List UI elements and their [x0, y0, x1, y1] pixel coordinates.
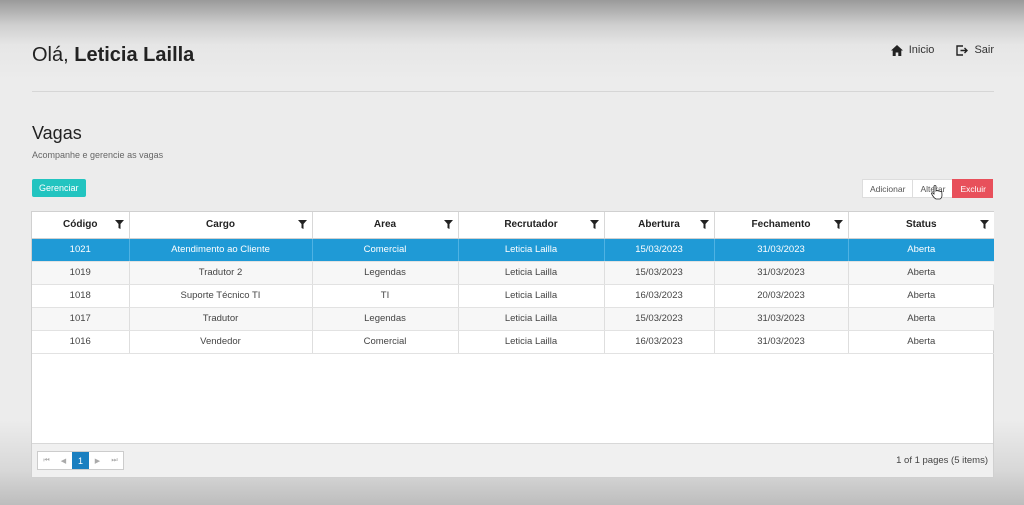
table-cell: Leticia Lailla — [458, 284, 605, 308]
table-row[interactable]: 1021 Atendimento ao Cliente Comercial Letic… — [32, 238, 994, 262]
top-nav: Inicio Sair — [890, 44, 994, 56]
column-header[interactable]: Abertura — [604, 212, 715, 239]
grid-toolbar: Adicionar Alterar Excluir — [862, 179, 993, 198]
filter-icon[interactable] — [297, 220, 307, 229]
table-cell: 1019 — [32, 261, 130, 285]
home-icon — [890, 44, 903, 56]
table-cell: 1017 — [32, 307, 130, 331]
table-cell: Aberta — [848, 284, 994, 308]
nav-logout-label: Sair — [974, 44, 994, 56]
table-row[interactable]: 1018 Suporte Técnico TI TI Leticia Lailla 16… — [32, 284, 994, 308]
table-row[interactable]: 1019 Tradutor 2 Legendas Leticia Lailla 15/0… — [32, 261, 994, 285]
greeting: Olá, Leticia Lailla — [32, 44, 194, 67]
nav-home-label: Inicio — [908, 44, 935, 56]
next-page-icon[interactable]: ▶ — [89, 452, 106, 469]
table-cell: Aberta — [848, 261, 994, 285]
pager-buttons: ⏮ ◀ 1 ▶ ⏭ — [37, 451, 124, 470]
table-cell: Tradutor 2 — [129, 261, 313, 285]
column-header[interactable]: Recrutador — [458, 212, 605, 239]
table-row[interactable]: 1017 Tradutor Legendas Leticia Lailla 15/03/… — [32, 307, 994, 331]
table-cell: 16/03/2023 — [604, 330, 715, 354]
table-cell: 20/03/2023 — [714, 284, 849, 308]
jobs-grid: Código Cargo Area Recrutador Abertura Fechame… — [31, 211, 994, 478]
page-subtitle: Acompanhe e gerencie as vagas — [32, 150, 164, 160]
user-name: Leticia Lailla — [74, 44, 195, 66]
column-header-label: Fechamento — [751, 219, 811, 231]
table-cell: 1021 — [32, 238, 130, 262]
filter-icon[interactable] — [699, 220, 709, 229]
greeting-prefix: Olá, — [32, 44, 69, 66]
table-cell: 31/03/2023 — [714, 307, 849, 331]
prev-page-icon[interactable]: ◀ — [55, 452, 72, 469]
column-header-label: Cargo — [206, 219, 235, 231]
table-cell: Aberta — [848, 307, 994, 331]
last-page-icon[interactable]: ⏭ — [106, 452, 123, 469]
table-cell: 15/03/2023 — [604, 261, 715, 285]
nav-home-link[interactable]: Inicio — [890, 44, 935, 56]
table-cell: 1018 — [32, 284, 130, 308]
first-page-icon[interactable]: ⏮ — [38, 452, 55, 469]
table-cell: Aberta — [848, 330, 994, 354]
column-header-label: Status — [905, 219, 937, 231]
table-cell: Legendas — [312, 307, 459, 331]
current-page-button[interactable]: 1 — [72, 452, 89, 469]
table-cell: Leticia Lailla — [458, 330, 605, 354]
table-cell: Legendas — [312, 261, 459, 285]
table-cell: 31/03/2023 — [714, 330, 849, 354]
column-header-label: Código — [63, 219, 98, 231]
table-cell: 1016 — [32, 330, 130, 354]
table-body: 1021 Atendimento ao Cliente Comercial Letic… — [32, 238, 994, 354]
table-cell: 31/03/2023 — [714, 261, 849, 285]
table-cell: Vendedor — [129, 330, 313, 354]
logout-icon — [956, 44, 969, 56]
column-header[interactable]: Status — [848, 212, 994, 239]
table-cell: Aberta — [848, 238, 994, 262]
table-cell: 16/03/2023 — [604, 284, 715, 308]
table-cell: Comercial — [312, 238, 459, 262]
table-cell: Leticia Lailla — [458, 238, 605, 262]
delete-button[interactable]: Excluir — [952, 179, 993, 198]
table-row[interactable]: 1016 Vendedor Comercial Leticia Lailla 16/03… — [32, 330, 994, 354]
table-cell: Tradutor — [129, 307, 313, 331]
table-cell: Leticia Lailla — [458, 261, 605, 285]
table-cell: 31/03/2023 — [714, 238, 849, 262]
filter-icon[interactable] — [589, 220, 599, 229]
nav-logout-link[interactable]: Sair — [956, 44, 994, 56]
filter-icon[interactable] — [114, 220, 124, 229]
filter-icon[interactable] — [980, 220, 989, 229]
table-header-row: Código Cargo Area Recrutador Abertura Fechame… — [32, 212, 994, 239]
manage-button[interactable]: Gerenciar — [32, 179, 86, 197]
header: Olá, Leticia Lailla Inicio Sair — [32, 40, 994, 92]
jobs-table: Código Cargo Area Recrutador Abertura Fechame… — [32, 212, 994, 354]
column-header[interactable]: Cargo — [129, 212, 313, 239]
column-header-label: Area — [373, 219, 397, 231]
filter-icon[interactable] — [443, 220, 453, 229]
filter-icon[interactable] — [833, 220, 843, 229]
table-cell: Suporte Técnico TI — [129, 284, 313, 308]
column-header-label: Recrutador — [504, 219, 558, 231]
pager: ⏮ ◀ 1 ▶ ⏭ 1 of 1 pages (5 items) — [32, 443, 993, 477]
column-header[interactable]: Area — [312, 212, 459, 239]
pager-info: 1 of 1 pages (5 items) — [896, 455, 988, 466]
column-header[interactable]: Fechamento — [714, 212, 849, 239]
table-cell: 15/03/2023 — [604, 307, 715, 331]
page-title: Vagas — [32, 123, 82, 143]
table-cell: Comercial — [312, 330, 459, 354]
table-cell: TI — [312, 284, 459, 308]
table-cell: Atendimento ao Cliente — [129, 238, 313, 262]
table-cell: Leticia Lailla — [458, 307, 605, 331]
hand-cursor-icon — [931, 185, 943, 200]
add-button[interactable]: Adicionar — [862, 179, 913, 198]
column-header[interactable]: Código — [32, 212, 130, 239]
table-cell: 15/03/2023 — [604, 238, 715, 262]
column-header-label: Abertura — [638, 219, 680, 231]
